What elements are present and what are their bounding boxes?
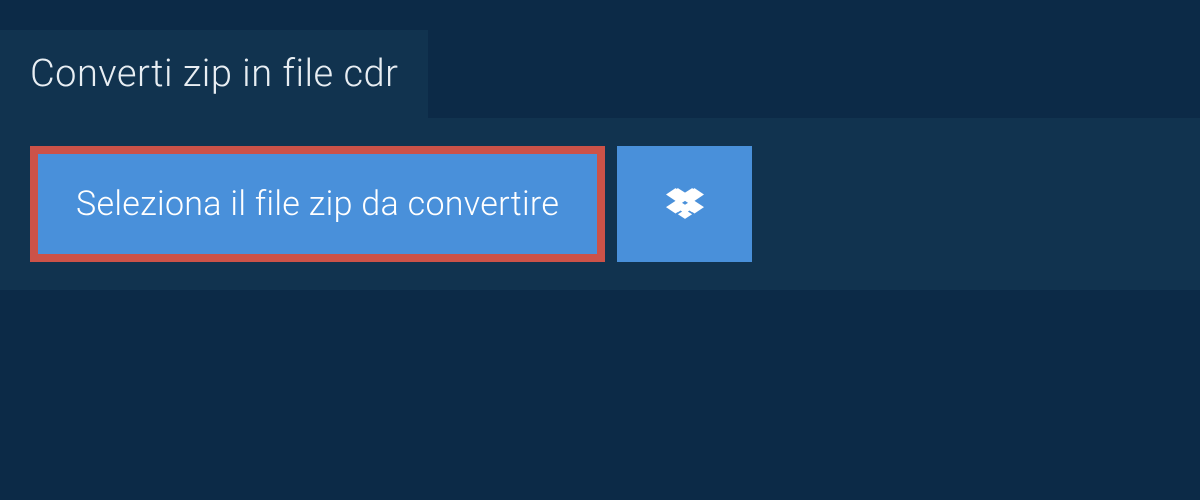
page-title: Converti zip in file cdr bbox=[30, 52, 398, 96]
button-row: Seleziona il file zip da convertire bbox=[30, 146, 1170, 262]
dropbox-button[interactable] bbox=[617, 146, 752, 262]
dropbox-icon bbox=[666, 185, 704, 223]
title-bar: Converti zip in file cdr bbox=[0, 30, 428, 118]
upload-panel: Seleziona il file zip da convertire bbox=[0, 118, 1200, 290]
select-file-label: Seleziona il file zip da convertire bbox=[76, 184, 559, 224]
select-file-button[interactable]: Seleziona il file zip da convertire bbox=[30, 146, 605, 262]
